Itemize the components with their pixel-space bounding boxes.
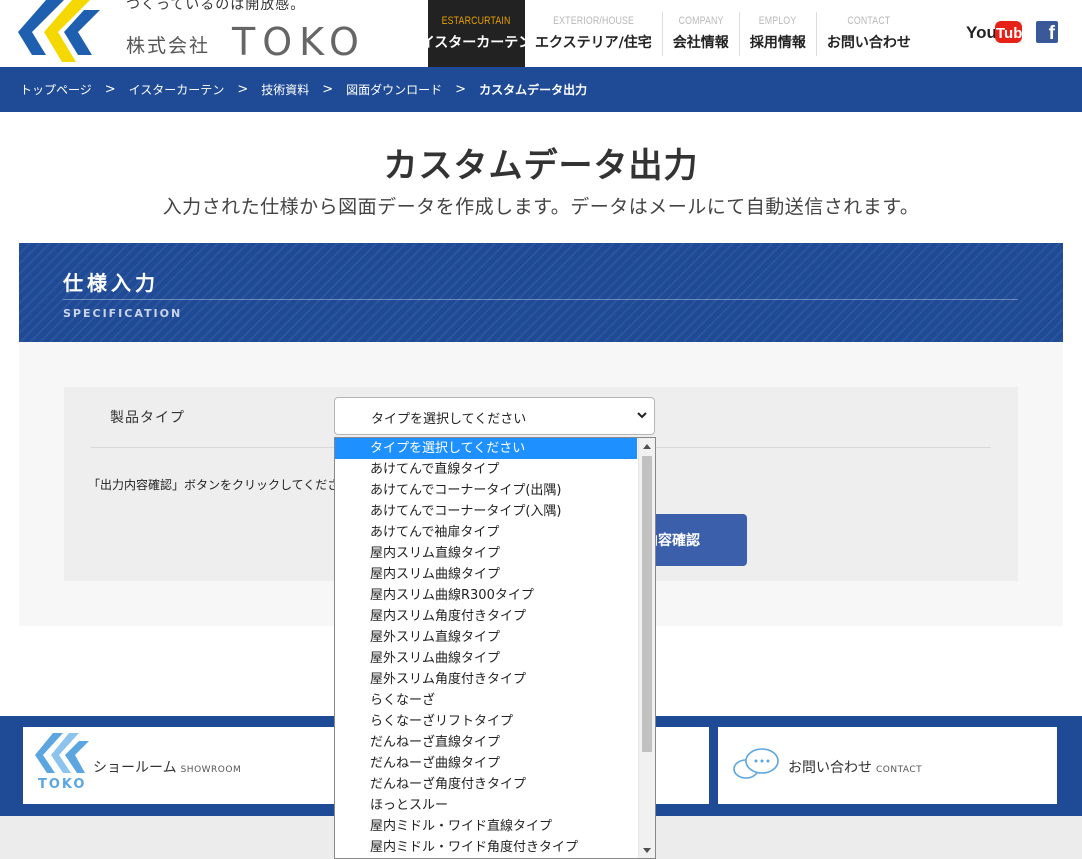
- company-name-jp: 株式会社: [126, 35, 211, 57]
- nav-label-jp: 採用情報: [749, 35, 806, 51]
- main-nav: ESTARCURTAIN イスターカーテン EXTERIOR/HOUSE エクス…: [421, 0, 921, 67]
- nav-label-en: COMPANY: [678, 15, 724, 27]
- showroom-label-jp: ショールーム: [93, 760, 177, 776]
- dropdown-scrollbar[interactable]: [638, 438, 655, 858]
- contact-label: お問い合わせ CONTACT: [788, 757, 922, 777]
- nav-label-en: EMPLOY: [759, 15, 797, 27]
- dropdown-option[interactable]: 屋外スリム曲線タイプ: [335, 648, 637, 669]
- company-name-en: TOKO: [232, 20, 366, 64]
- scroll-up-icon[interactable]: [643, 444, 651, 449]
- dropdown-option[interactable]: らくなーざ: [335, 690, 637, 711]
- dropdown-option[interactable]: 屋内スリム曲線R300タイプ: [335, 585, 637, 606]
- nav-label-jp: エクステリア/住宅: [535, 35, 652, 51]
- scrollbar-thumb[interactable]: [642, 456, 652, 752]
- dropdown-option[interactable]: 屋内スリム直線タイプ: [335, 543, 637, 564]
- nav-company[interactable]: COMPANY 会社情報: [663, 0, 739, 67]
- breadcrumb-separator-icon: >: [322, 82, 334, 97]
- page-title: カスタムデータ出力: [383, 146, 699, 186]
- nav-label-en: ESTARCURTAIN: [442, 15, 511, 27]
- section-subtitle-en: SPECIFICATION: [63, 307, 183, 320]
- breadcrumb-separator-icon: >: [237, 82, 249, 97]
- breadcrumb-estarcurtain[interactable]: イスターカーテン: [129, 81, 225, 98]
- nav-employ[interactable]: EMPLOY 採用情報: [740, 0, 816, 67]
- nav-label-jp: お問い合わせ: [826, 35, 911, 51]
- breadcrumb-separator-icon: >: [455, 82, 467, 97]
- breadcrumb-technical-docs[interactable]: 技術資料: [261, 81, 309, 98]
- breadcrumb: トップページ > イスターカーテン > 技術資料 > 図面ダウンロード > カス…: [0, 67, 1082, 112]
- showroom-card[interactable]: TOKO ショールーム SHOWROOM: [23, 727, 335, 804]
- dropdown-option[interactable]: 屋内ミドル・ワイド角度付きタイプ: [335, 837, 637, 858]
- youtube-icon[interactable]: You Tube: [966, 20, 1022, 44]
- nav-exterior-house[interactable]: EXTERIOR/HOUSE エクステリア/住宅: [525, 0, 662, 67]
- facebook-icon[interactable]: f: [1036, 21, 1058, 43]
- dropdown-option[interactable]: だんねーざ直線タイプ: [335, 732, 637, 753]
- breadcrumb-separator-icon: >: [104, 82, 116, 97]
- product-type-select[interactable]: タイプを選択してください: [334, 397, 655, 435]
- dropdown-option[interactable]: だんねーざ曲線タイプ: [335, 753, 637, 774]
- showroom-label: ショールーム SHOWROOM: [93, 757, 241, 777]
- breadcrumb-home[interactable]: トップページ: [20, 81, 92, 98]
- nav-contact[interactable]: CONTACT お問い合わせ: [817, 0, 921, 67]
- dropdown-option[interactable]: ほっとスルー: [335, 795, 637, 816]
- youtube-tube-text: Tube: [996, 25, 1022, 42]
- dropdown-option[interactable]: タイプを選択してください: [335, 438, 637, 459]
- section-divider: [63, 299, 1018, 300]
- scroll-down-icon[interactable]: [643, 848, 651, 853]
- dropdown-option[interactable]: あけてんでコーナータイプ(入隅): [335, 501, 637, 522]
- dropdown-option[interactable]: 屋内スリム角度付きタイプ: [335, 606, 637, 627]
- select-current-value: タイプを選択してください: [371, 412, 527, 427]
- site-header: つくっているのは開放感。 株式会社 TOKO ESTARCURTAIN イスター…: [0, 0, 1082, 67]
- dropdown-option[interactable]: だんねーざ角度付きタイプ: [335, 774, 637, 795]
- dropdown-option[interactable]: 屋内ミドル・ワイド直線タイプ: [335, 816, 637, 837]
- youtube-you-text: You: [966, 23, 997, 42]
- chevron-down-icon: [637, 412, 647, 419]
- nav-label-en: EXTERIOR/HOUSE: [552, 15, 634, 27]
- section-title: 仕様入力: [63, 271, 159, 295]
- nav-estarcurtain[interactable]: ESTARCURTAIN イスターカーテン: [421, 0, 532, 67]
- showroom-label-en: SHOWROOM: [180, 765, 242, 775]
- dropdown-options: タイプを選択してください あけてんで直線タイプ あけてんでコーナータイプ(出隅) あけ…: [335, 438, 637, 858]
- product-type-label: 製品タイプ: [110, 410, 185, 426]
- breadcrumb-current: カスタムデータ出力: [479, 83, 588, 97]
- nav-label-jp: イスターカーテン: [420, 35, 533, 51]
- dropdown-option[interactable]: 屋外スリム直線タイプ: [335, 627, 637, 648]
- dropdown-option[interactable]: あけてんで直線タイプ: [335, 459, 637, 480]
- breadcrumb-drawing-download[interactable]: 図面ダウンロード: [346, 81, 442, 98]
- footer-toko-logo-text: TOKO: [38, 777, 87, 792]
- middle-card[interactable]: [655, 727, 709, 804]
- dropdown-option[interactable]: らくなーざリフトタイプ: [335, 711, 637, 732]
- toko-logo-icon[interactable]: [18, 0, 100, 62]
- page-subtitle: 入力された仕様から図面データを作成します。データはメールにて自動送信されます。: [162, 196, 920, 218]
- contact-card[interactable]: お問い合わせ CONTACT: [718, 727, 1057, 804]
- tagline: つくっているのは開放感。: [126, 0, 306, 13]
- nav-label-jp: 会社情報: [672, 35, 729, 51]
- instruction-note: 「出力内容確認」ボタンをクリックしてください。: [88, 478, 334, 492]
- specification-header: 仕様入力 SPECIFICATION: [19, 243, 1063, 342]
- dropdown-option[interactable]: あけてんでコーナータイプ(出隅): [335, 480, 637, 501]
- contact-label-jp: お問い合わせ: [788, 760, 872, 776]
- dropdown-option[interactable]: あけてんで袖扉タイプ: [335, 522, 637, 543]
- product-type-dropdown-list[interactable]: タイプを選択してください あけてんで直線タイプ あけてんでコーナータイプ(出隅) あけ…: [334, 437, 656, 859]
- dropdown-option[interactable]: 屋外スリム角度付きタイプ: [335, 669, 637, 690]
- nav-label-en: CONTACT: [847, 15, 891, 27]
- dropdown-option[interactable]: 屋内スリム曲線タイプ: [335, 564, 637, 585]
- chat-bubble-icon: [733, 748, 779, 779]
- contact-label-en: CONTACT: [876, 765, 923, 775]
- toko-mark-icon: [35, 733, 89, 773]
